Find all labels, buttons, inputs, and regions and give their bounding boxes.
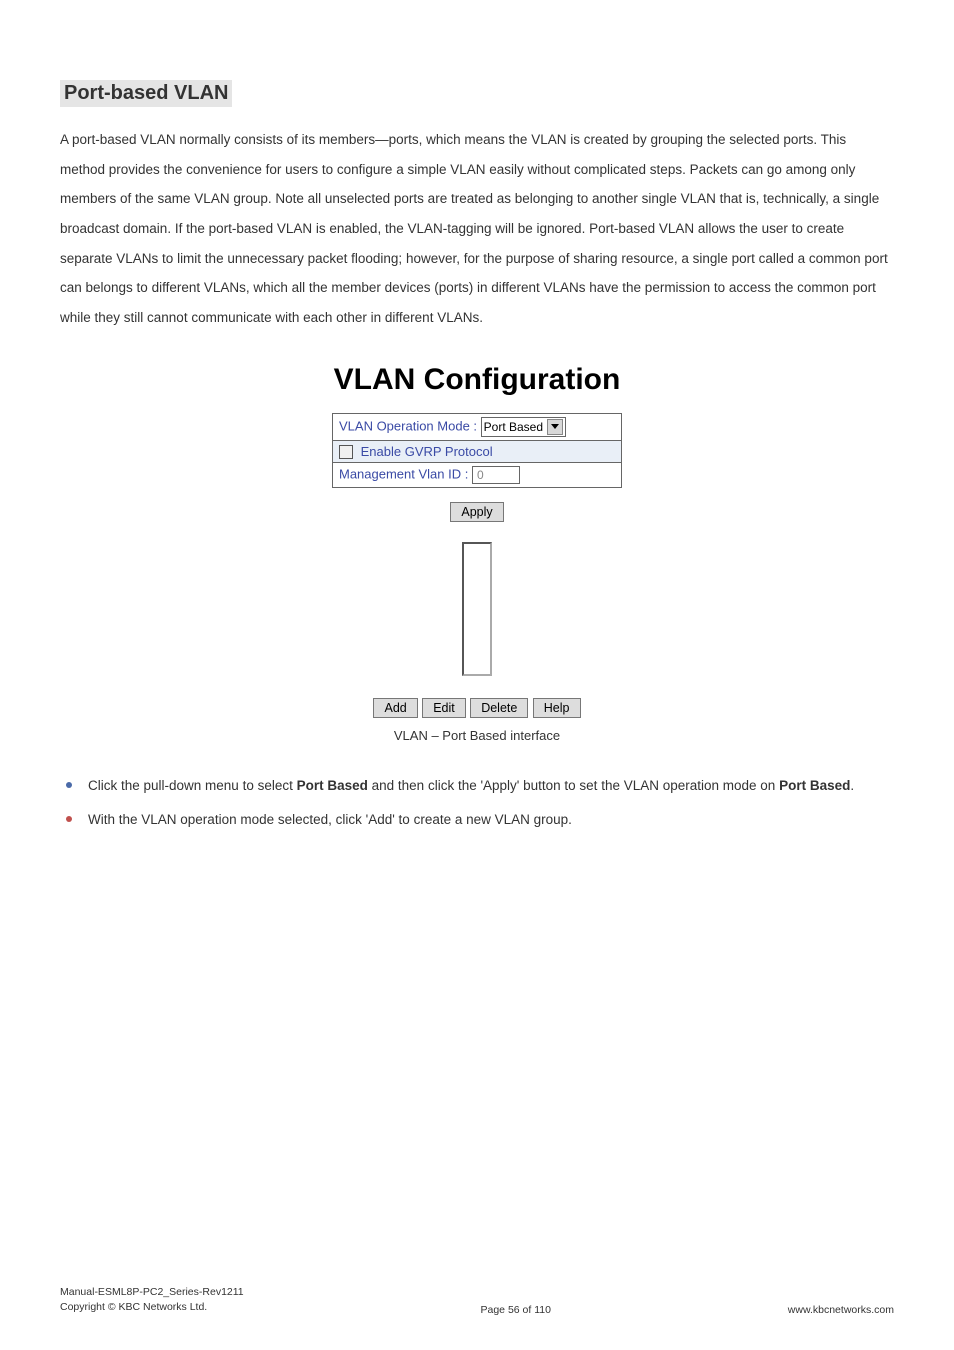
config-title: VLAN Configuration (60, 363, 894, 397)
list-item: Click the pull-down menu to select Port … (60, 771, 894, 801)
footer-url: www.kbcnetworks.com (788, 1304, 894, 1316)
button-row: Add Edit Delete Help (332, 698, 622, 718)
page-footer: Manual-ESML8P-PC2_Series-Rev1211 Copyrig… (60, 1285, 894, 1317)
help-button[interactable]: Help (533, 698, 581, 718)
bullet-text-part: Click the pull-down menu to select (88, 778, 297, 793)
config-panel: VLAN Operation Mode : Port Based Enable … (332, 413, 622, 719)
mode-dropdown-value: Port Based (484, 420, 543, 434)
intro-paragraph: A port-based VLAN normally consists of i… (60, 125, 894, 333)
footer-copyright: Copyright © KBC Networks Ltd. (60, 1301, 207, 1313)
bullet-list: Click the pull-down menu to select Port … (60, 771, 894, 834)
mgmt-vlan-input[interactable]: 0 (472, 466, 520, 484)
mode-row: VLAN Operation Mode : Port Based (333, 413, 622, 440)
bullet-text-part: . (850, 778, 854, 793)
figure-caption: VLAN – Port Based interface (60, 728, 894, 743)
add-button[interactable]: Add (373, 698, 417, 718)
mgmt-label: Management Vlan ID : (339, 467, 472, 482)
bullet-text: With the VLAN operation mode selected, c… (88, 812, 572, 827)
bullet-text-part: and then click the 'Apply' button to set… (368, 778, 779, 793)
footer-left: Manual-ESML8P-PC2_Series-Rev1211 Copyrig… (60, 1285, 244, 1317)
gvrp-label: Enable GVRP Protocol (361, 444, 493, 459)
chevron-down-icon[interactable] (547, 419, 563, 435)
footer-page-number: Page 56 of 110 (481, 1304, 551, 1316)
bullet-bold: Port Based (297, 778, 368, 793)
bullet-bold: Port Based (779, 778, 850, 793)
vlan-listbox[interactable] (462, 542, 492, 676)
mgmt-row: Management Vlan ID : 0 (333, 463, 622, 488)
delete-button[interactable]: Delete (470, 698, 528, 718)
mode-label: VLAN Operation Mode : (339, 418, 481, 433)
gvrp-checkbox[interactable] (339, 445, 353, 459)
config-table: VLAN Operation Mode : Port Based Enable … (332, 413, 622, 489)
bullet-icon (66, 816, 72, 822)
section-heading: Port-based VLAN (60, 80, 232, 107)
bullet-icon (66, 782, 72, 788)
list-item: With the VLAN operation mode selected, c… (60, 805, 894, 835)
edit-button[interactable]: Edit (422, 698, 466, 718)
mode-dropdown[interactable]: Port Based (481, 417, 566, 437)
footer-doc-id: Manual-ESML8P-PC2_Series-Rev1211 (60, 1286, 244, 1298)
gvrp-row: Enable GVRP Protocol (333, 440, 622, 463)
apply-button[interactable]: Apply (450, 502, 503, 522)
